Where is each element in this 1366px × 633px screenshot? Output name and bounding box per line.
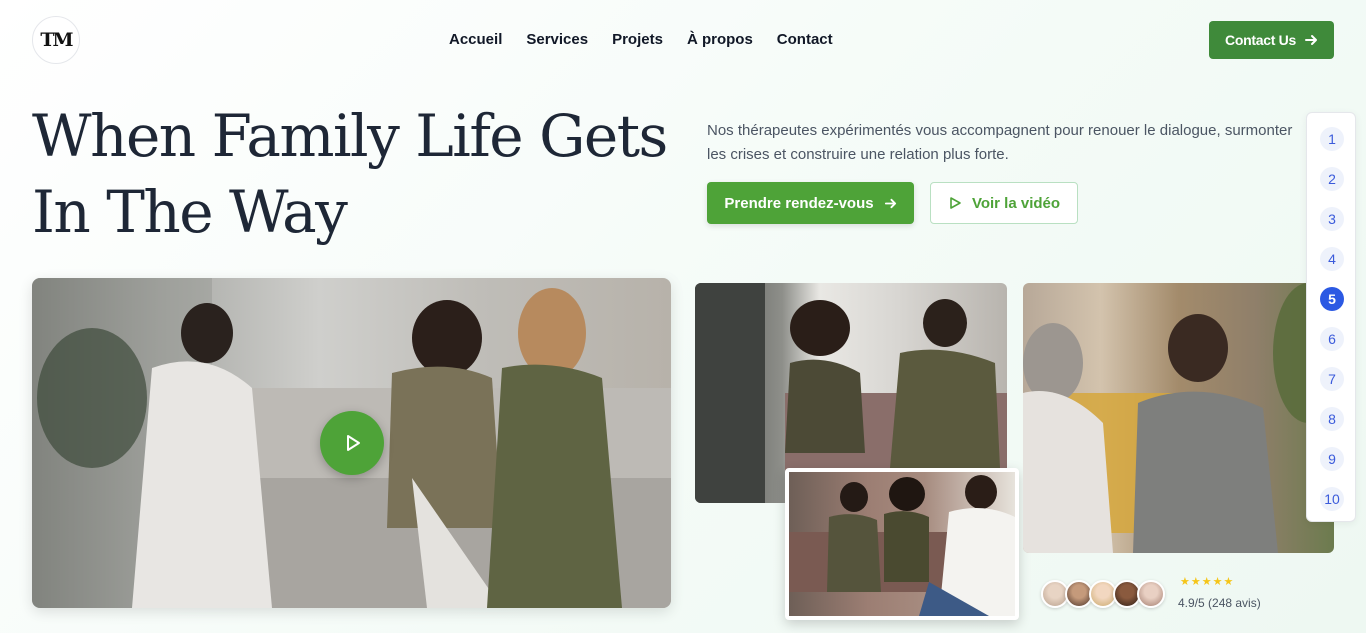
avatar (1137, 580, 1165, 608)
pager-item-1[interactable]: 1 (1320, 127, 1344, 151)
pager-item-5[interactable]: 5 (1320, 287, 1344, 311)
arrow-right-icon (1304, 35, 1317, 45)
pager-item-4[interactable]: 4 (1320, 247, 1344, 271)
watch-video-button[interactable]: Voir la vidéo (930, 182, 1078, 224)
pager-item-9[interactable]: 9 (1320, 447, 1344, 471)
nav-item-accueil[interactable]: Accueil (449, 31, 502, 48)
nav-item-services[interactable]: Services (526, 31, 588, 48)
pager-item-3[interactable]: 3 (1320, 207, 1344, 231)
play-icon (950, 197, 961, 209)
hero-title-line-1: When Family Life Gets (32, 102, 668, 170)
pager-item-8[interactable]: 8 (1320, 407, 1344, 431)
pager-item-2[interactable]: 2 (1320, 167, 1344, 191)
book-appointment-label: Prendre rendez-vous (724, 194, 874, 212)
contact-us-label: Contact Us (1225, 32, 1296, 48)
pager-item-6[interactable]: 6 (1320, 327, 1344, 351)
logo-text: TM (40, 29, 73, 51)
logo[interactable]: TM (32, 16, 80, 64)
play-video-button[interactable] (320, 411, 384, 475)
individual-therapy-photo (1023, 283, 1334, 553)
watch-video-label: Voir la vidéo (971, 194, 1061, 212)
photo-illustration (789, 472, 1015, 616)
contact-us-button[interactable]: Contact Us (1209, 21, 1334, 59)
play-icon (347, 435, 360, 451)
pager-item-7[interactable]: 7 (1320, 367, 1344, 391)
book-appointment-button[interactable]: Prendre rendez-vous (707, 182, 914, 224)
hero-title-line-2: In The Way (32, 178, 348, 246)
client-avatars (1041, 580, 1165, 608)
nav-item-a-propos[interactable]: À propos (687, 31, 753, 48)
photo-illustration (1023, 283, 1334, 553)
section-pager: 1 2 3 4 5 6 7 8 9 10 (1306, 112, 1356, 522)
rating-text: 4.9/5 (248 avis) (1178, 596, 1261, 610)
pager-item-10[interactable]: 10 (1320, 487, 1344, 511)
therapy-session-photo (32, 278, 671, 608)
nav-item-projets[interactable]: Projets (612, 31, 663, 48)
hero-title: When Family Life Gets In The Way (32, 98, 692, 250)
main-nav: Accueil Services Projets À propos Contac… (449, 31, 833, 48)
arrow-right-icon (884, 198, 896, 208)
rating-stars: ★★★★★ (1180, 576, 1235, 588)
group-session-photo (785, 468, 1019, 620)
nav-item-contact[interactable]: Contact (777, 31, 833, 48)
hero-description: Nos thérapeutes expérimentés vous accomp… (707, 122, 1293, 163)
